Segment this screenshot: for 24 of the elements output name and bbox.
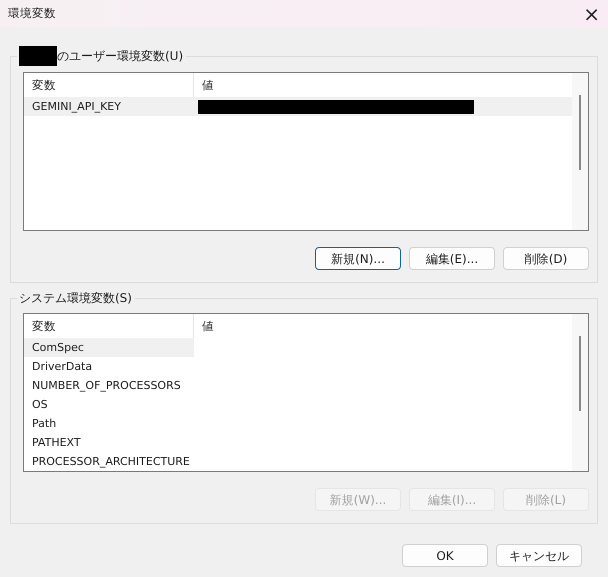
column-header[interactable]: 値 xyxy=(194,73,572,97)
column-header[interactable]: 値 xyxy=(194,314,572,338)
button[interactable]: 新規(N)... xyxy=(315,247,401,270)
table-cell[interactable]: PROCESSOR_ARCHITECTURE xyxy=(24,452,194,471)
button[interactable]: 削除(D) xyxy=(503,247,589,270)
table-cell[interactable]: GEMINI_API_KEY xyxy=(24,97,194,116)
scrollbar-thumb[interactable] xyxy=(579,95,581,170)
table-cell[interactable]: Path xyxy=(24,414,194,433)
scrollbar[interactable] xyxy=(572,314,588,471)
table-cell[interactable]: OS xyxy=(24,395,194,414)
list-row[interactable]: GEMINI_API_KEY xyxy=(24,97,572,116)
close-button[interactable]: × xyxy=(583,4,600,24)
table-cell[interactable]: DriverData xyxy=(24,357,194,376)
scrollbar-thumb[interactable] xyxy=(579,336,581,411)
button[interactable]: 編集(E)... xyxy=(409,247,495,270)
window-title: 環境変数 xyxy=(8,4,56,22)
button[interactable]: キャンセル xyxy=(496,544,582,567)
table-cell[interactable]: NUMBER_OF_PROCESSORS xyxy=(24,376,194,395)
table-cell[interactable]: PATHEXT xyxy=(24,433,194,452)
group-label: のユーザー環境変数(U) xyxy=(57,48,184,65)
scrollbar[interactable] xyxy=(572,73,588,230)
table-cell[interactable]: ComSpec xyxy=(24,338,194,357)
button[interactable]: OK xyxy=(402,544,488,567)
group-label: システム環境変数(S) xyxy=(19,290,132,307)
